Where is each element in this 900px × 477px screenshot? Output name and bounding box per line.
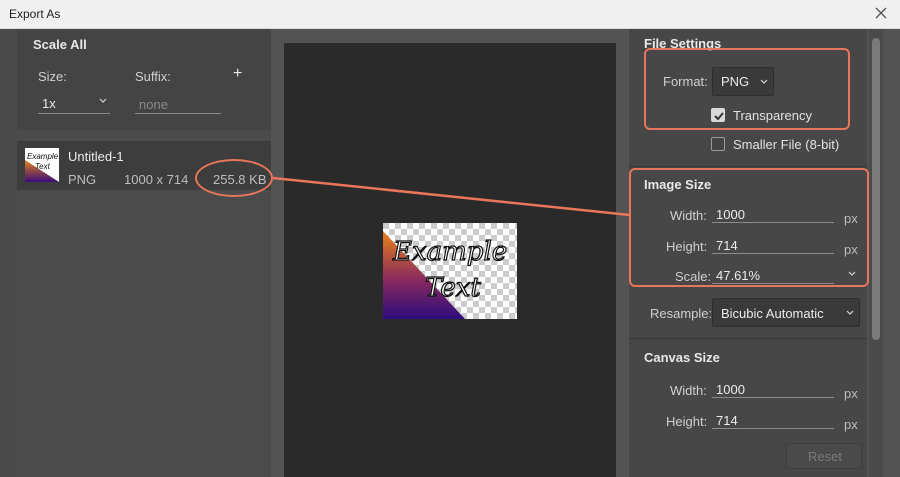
- reset-button[interactable]: Reset: [786, 443, 862, 469]
- left-edge: [0, 29, 17, 477]
- asset-thumbnail: Example Text: [25, 148, 59, 182]
- asset-format: PNG: [68, 172, 97, 187]
- canvas-height-value: 714: [716, 413, 738, 428]
- scrollbar-thumb[interactable]: [872, 38, 880, 340]
- scale-all-heading: Scale All: [33, 37, 87, 52]
- resample-label: Resample:: [650, 306, 713, 321]
- preview-text-line1: Example: [392, 236, 508, 267]
- asset-dimensions: 1000 x 714: [124, 172, 189, 187]
- reset-label: Reset: [808, 449, 842, 464]
- add-scale-button[interactable]: +: [233, 65, 242, 83]
- canvas-height-input[interactable]: 714: [712, 412, 834, 429]
- suffix-input[interactable]: none: [135, 95, 221, 114]
- size-value: 1x: [42, 96, 56, 111]
- canvas-height-label: Height:: [666, 414, 708, 429]
- divider: [629, 166, 867, 167]
- suffix-label: Suffix:: [135, 69, 171, 84]
- canvas-width-value: 1000: [716, 382, 745, 397]
- scale-all-panel: Scale All Size: Suffix: + 1x none: [17, 29, 271, 130]
- canvas-size-heading: Canvas Size: [644, 350, 720, 365]
- canvas-width-unit: px: [844, 386, 858, 401]
- smaller-file-label: Smaller File (8-bit): [733, 137, 840, 152]
- suffix-placeholder: none: [139, 97, 168, 112]
- size-dropdown[interactable]: 1x: [38, 95, 110, 114]
- chevron-down-icon: [846, 310, 854, 315]
- preview-image: Example Text: [383, 223, 517, 319]
- file-size-highlight: [195, 159, 273, 197]
- resample-value: Bicubic Automatic: [721, 306, 824, 321]
- thumbnail-text-2: Text: [35, 162, 50, 171]
- right-edge: [883, 29, 900, 477]
- size-label: Size:: [38, 69, 67, 84]
- preview-text-line2: Text: [424, 272, 481, 303]
- title-bar: Export As: [0, 0, 900, 29]
- canvas-height-unit: px: [844, 417, 858, 432]
- asset-name: Untitled-1: [68, 149, 124, 164]
- image-size-highlight: [629, 168, 869, 287]
- window-title: Export As: [9, 7, 61, 21]
- close-icon[interactable]: [872, 4, 890, 22]
- file-settings-highlight: [644, 48, 850, 130]
- resample-dropdown[interactable]: Bicubic Automatic: [712, 298, 860, 327]
- smaller-file-checkbox[interactable]: [711, 137, 725, 151]
- divider: [629, 338, 867, 339]
- canvas-width-label: Width:: [670, 383, 707, 398]
- thumbnail-text-1: Example: [27, 152, 59, 161]
- canvas-width-input[interactable]: 1000: [712, 381, 834, 398]
- chevron-down-icon: [99, 98, 107, 103]
